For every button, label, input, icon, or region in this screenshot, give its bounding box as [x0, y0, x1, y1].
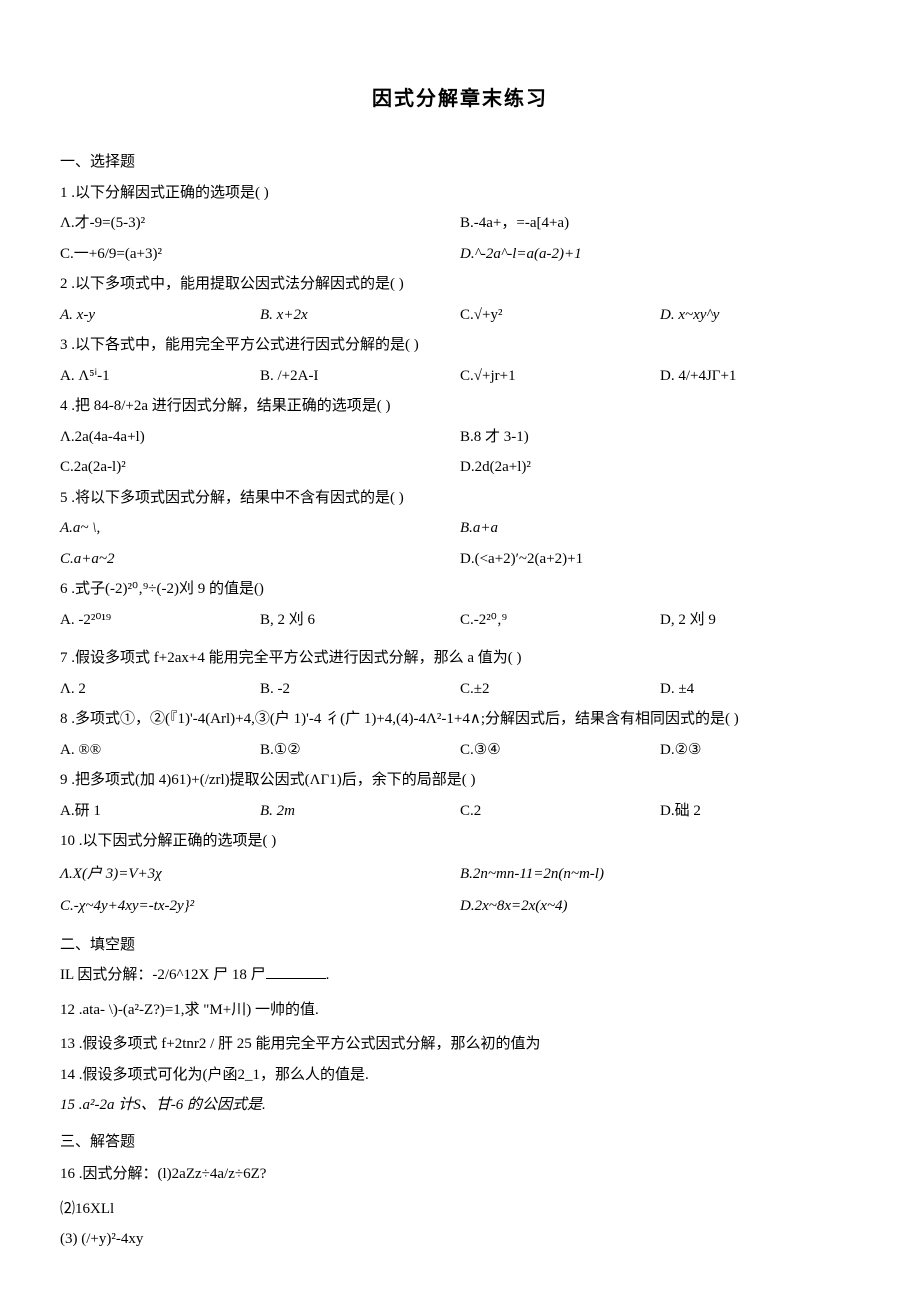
q6-options: A. -2²⁰¹⁹ B, 2 刈 6 C.-2²⁰‚⁹ D, 2 刈 9 [60, 606, 860, 635]
q8-option-d: D.②③ [660, 736, 860, 765]
q4-options-row1: Λ.2a(4a-4a+l) B.8 才 3-1) [60, 423, 860, 452]
q9-option-c: C.2 [460, 797, 660, 826]
q9-options: A.研 1 B. 2m C.2 D.础 2 [60, 797, 860, 826]
q1-stem: 1 .以下分解因式正确的选项是( ) [60, 179, 860, 208]
q1-option-b: B.-4a+，=-a[4+a) [460, 209, 860, 238]
q1-option-c: C.一+6/9=(a+3)² [60, 240, 460, 269]
q9-option-b: B. 2m [260, 797, 460, 826]
q4-option-c: C.2a(2a-l)² [60, 453, 460, 482]
q3-option-a: A. Λ⁵ⁱ-1 [60, 362, 260, 391]
q6-option-d: D, 2 刈 9 [660, 606, 860, 635]
q16: 16 .因式分解：(l)2aZz÷4a/z÷6Z? [60, 1160, 860, 1189]
q2-option-c: C.√+y² [460, 301, 660, 330]
q2-option-b: B. x+2x [260, 301, 460, 330]
q8-options: A. ®® B.①② C.③④ D.②③ [60, 736, 860, 765]
q16-part3: (3) (/+y)²-4xy [60, 1225, 860, 1254]
q11-text: IL 因式分解：-2/6^12X 尸 18 尸 [60, 967, 266, 983]
q8-option-a: A. ®® [60, 736, 260, 765]
section-3-header: 三、解答题 [60, 1128, 860, 1157]
q2-stem: 2 .以下多项式中，能用提取公因式法分解因式的是( ) [60, 270, 860, 299]
q5-option-c: C.a+a~2 [60, 545, 460, 574]
q5-stem: 5 .将以下多项式因式分解，结果中不含有因式的是( ) [60, 484, 860, 513]
q7-options: Λ. 2 B. -2 C.±2 D. ±4 [60, 675, 860, 704]
q16-part2: ⑵16XLl [60, 1195, 860, 1224]
q4-stem: 4 .把 84-8/+2a 进行因式分解，结果正确的选项是( ) [60, 392, 860, 421]
q3-option-b: B. /+2A-I [260, 362, 460, 391]
q2-option-a: A. x-y [60, 301, 260, 330]
page-title: 因式分解章末练习 [60, 80, 860, 118]
q3-option-d: D. 4/+4JΓ+1 [660, 362, 860, 391]
q4-option-a: Λ.2a(4a-4a+l) [60, 423, 460, 452]
q10-option-a: Λ.X(户 3)=V+3χ [60, 860, 460, 889]
q3-option-c: C.√+jr+1 [460, 362, 660, 391]
q1-option-d: D.^-2a^-l=a(a-2)+1 [460, 240, 860, 269]
q1-option-a: Λ.才-9=(5-3)² [60, 209, 460, 238]
q9-option-a: A.研 1 [60, 797, 260, 826]
q5-option-d: D.(<a+2)′~2(a+2)+1 [460, 545, 860, 574]
q7-option-d: D. ±4 [660, 675, 860, 704]
q10-option-d: D.2x~8x=2x(x~4) [460, 892, 860, 921]
q3-options: A. Λ⁵ⁱ-1 B. /+2A-I C.√+jr+1 D. 4/+4JΓ+1 [60, 362, 860, 391]
q10-stem: 10 .以下因式分解正确的选项是( ) [60, 827, 860, 856]
q11: IL 因式分解：-2/6^12X 尸 18 尸. [60, 961, 860, 990]
q1-options-row2: C.一+6/9=(a+3)² D.^-2a^-l=a(a-2)+1 [60, 240, 860, 269]
q10-option-c: C.-χ~4y+4xy=-tx-2y}² [60, 892, 460, 921]
q7-stem: 7 .假设多项式 f+2ax+4 能用完全平方公式进行因式分解，那么 a 值为(… [60, 644, 860, 673]
section-2-header: 二、填空题 [60, 931, 860, 960]
q3-stem: 3 .以下各式中，能用完全平方公式进行因式分解的是( ) [60, 331, 860, 360]
q11-end: . [326, 967, 330, 983]
q14: 14 .假设多项式可化为(户函2_1，那么人的值是. [60, 1061, 860, 1090]
q11-blank [266, 964, 326, 979]
q6-option-c: C.-2²⁰‚⁹ [460, 606, 660, 635]
q4-option-d: D.2d(2a+l)² [460, 453, 860, 482]
q8-option-c: C.③④ [460, 736, 660, 765]
q1-options-row1: Λ.才-9=(5-3)² B.-4a+，=-a[4+a) [60, 209, 860, 238]
q6-option-b: B, 2 刈 6 [260, 606, 460, 635]
q10-option-b: B.2n~mn-11=2n(n~m-l) [460, 860, 860, 889]
q4-options-row2: C.2a(2a-l)² D.2d(2a+l)² [60, 453, 860, 482]
q5-option-a: A.a~ \, [60, 514, 460, 543]
q15: 15 .a²-2a 计S、甘-6 的公因式是. [60, 1091, 860, 1120]
q6-option-a: A. -2²⁰¹⁹ [60, 606, 260, 635]
q10-options-row1: Λ.X(户 3)=V+3χ B.2n~mn-11=2n(n~m-l) [60, 860, 860, 889]
q7-option-b: B. -2 [260, 675, 460, 704]
q9-option-d: D.础 2 [660, 797, 860, 826]
q13: 13 .假设多项式 f+2tnr2 / 肝 25 能用完全平方公式因式分解，那么… [60, 1030, 860, 1059]
q2-option-d: D. x~xy^y [660, 301, 860, 330]
q5-options-row1: A.a~ \, B.a+a [60, 514, 860, 543]
q5-options-row2: C.a+a~2 D.(<a+2)′~2(a+2)+1 [60, 545, 860, 574]
q9-stem: 9 .把多项式(加 4)61)+(/zrl)提取公因式(ΛΓ1)后，余下的局部是… [60, 766, 860, 795]
section-1-header: 一、选择题 [60, 148, 860, 177]
q8-stem: 8 .多项式①，②(『1)'-4(Arl)+4,③(户 1)'-4 彳(广 1)… [60, 705, 860, 734]
q4-option-b: B.8 才 3-1) [460, 423, 860, 452]
q6-stem: 6 .式子(-2)²⁰‚⁹÷(-2)刈 9 的值是() [60, 575, 860, 604]
q10-options-row2: C.-χ~4y+4xy=-tx-2y}² D.2x~8x=2x(x~4) [60, 892, 860, 921]
q7-option-a: Λ. 2 [60, 675, 260, 704]
q7-option-c: C.±2 [460, 675, 660, 704]
q2-options: A. x-y B. x+2x C.√+y² D. x~xy^y [60, 301, 860, 330]
q12: 12 .ata- \)-(a²-Z?)=1,求 "M+川) 一帅的值. [60, 996, 860, 1025]
q8-option-b: B.①② [260, 736, 460, 765]
q5-option-b: B.a+a [460, 514, 860, 543]
